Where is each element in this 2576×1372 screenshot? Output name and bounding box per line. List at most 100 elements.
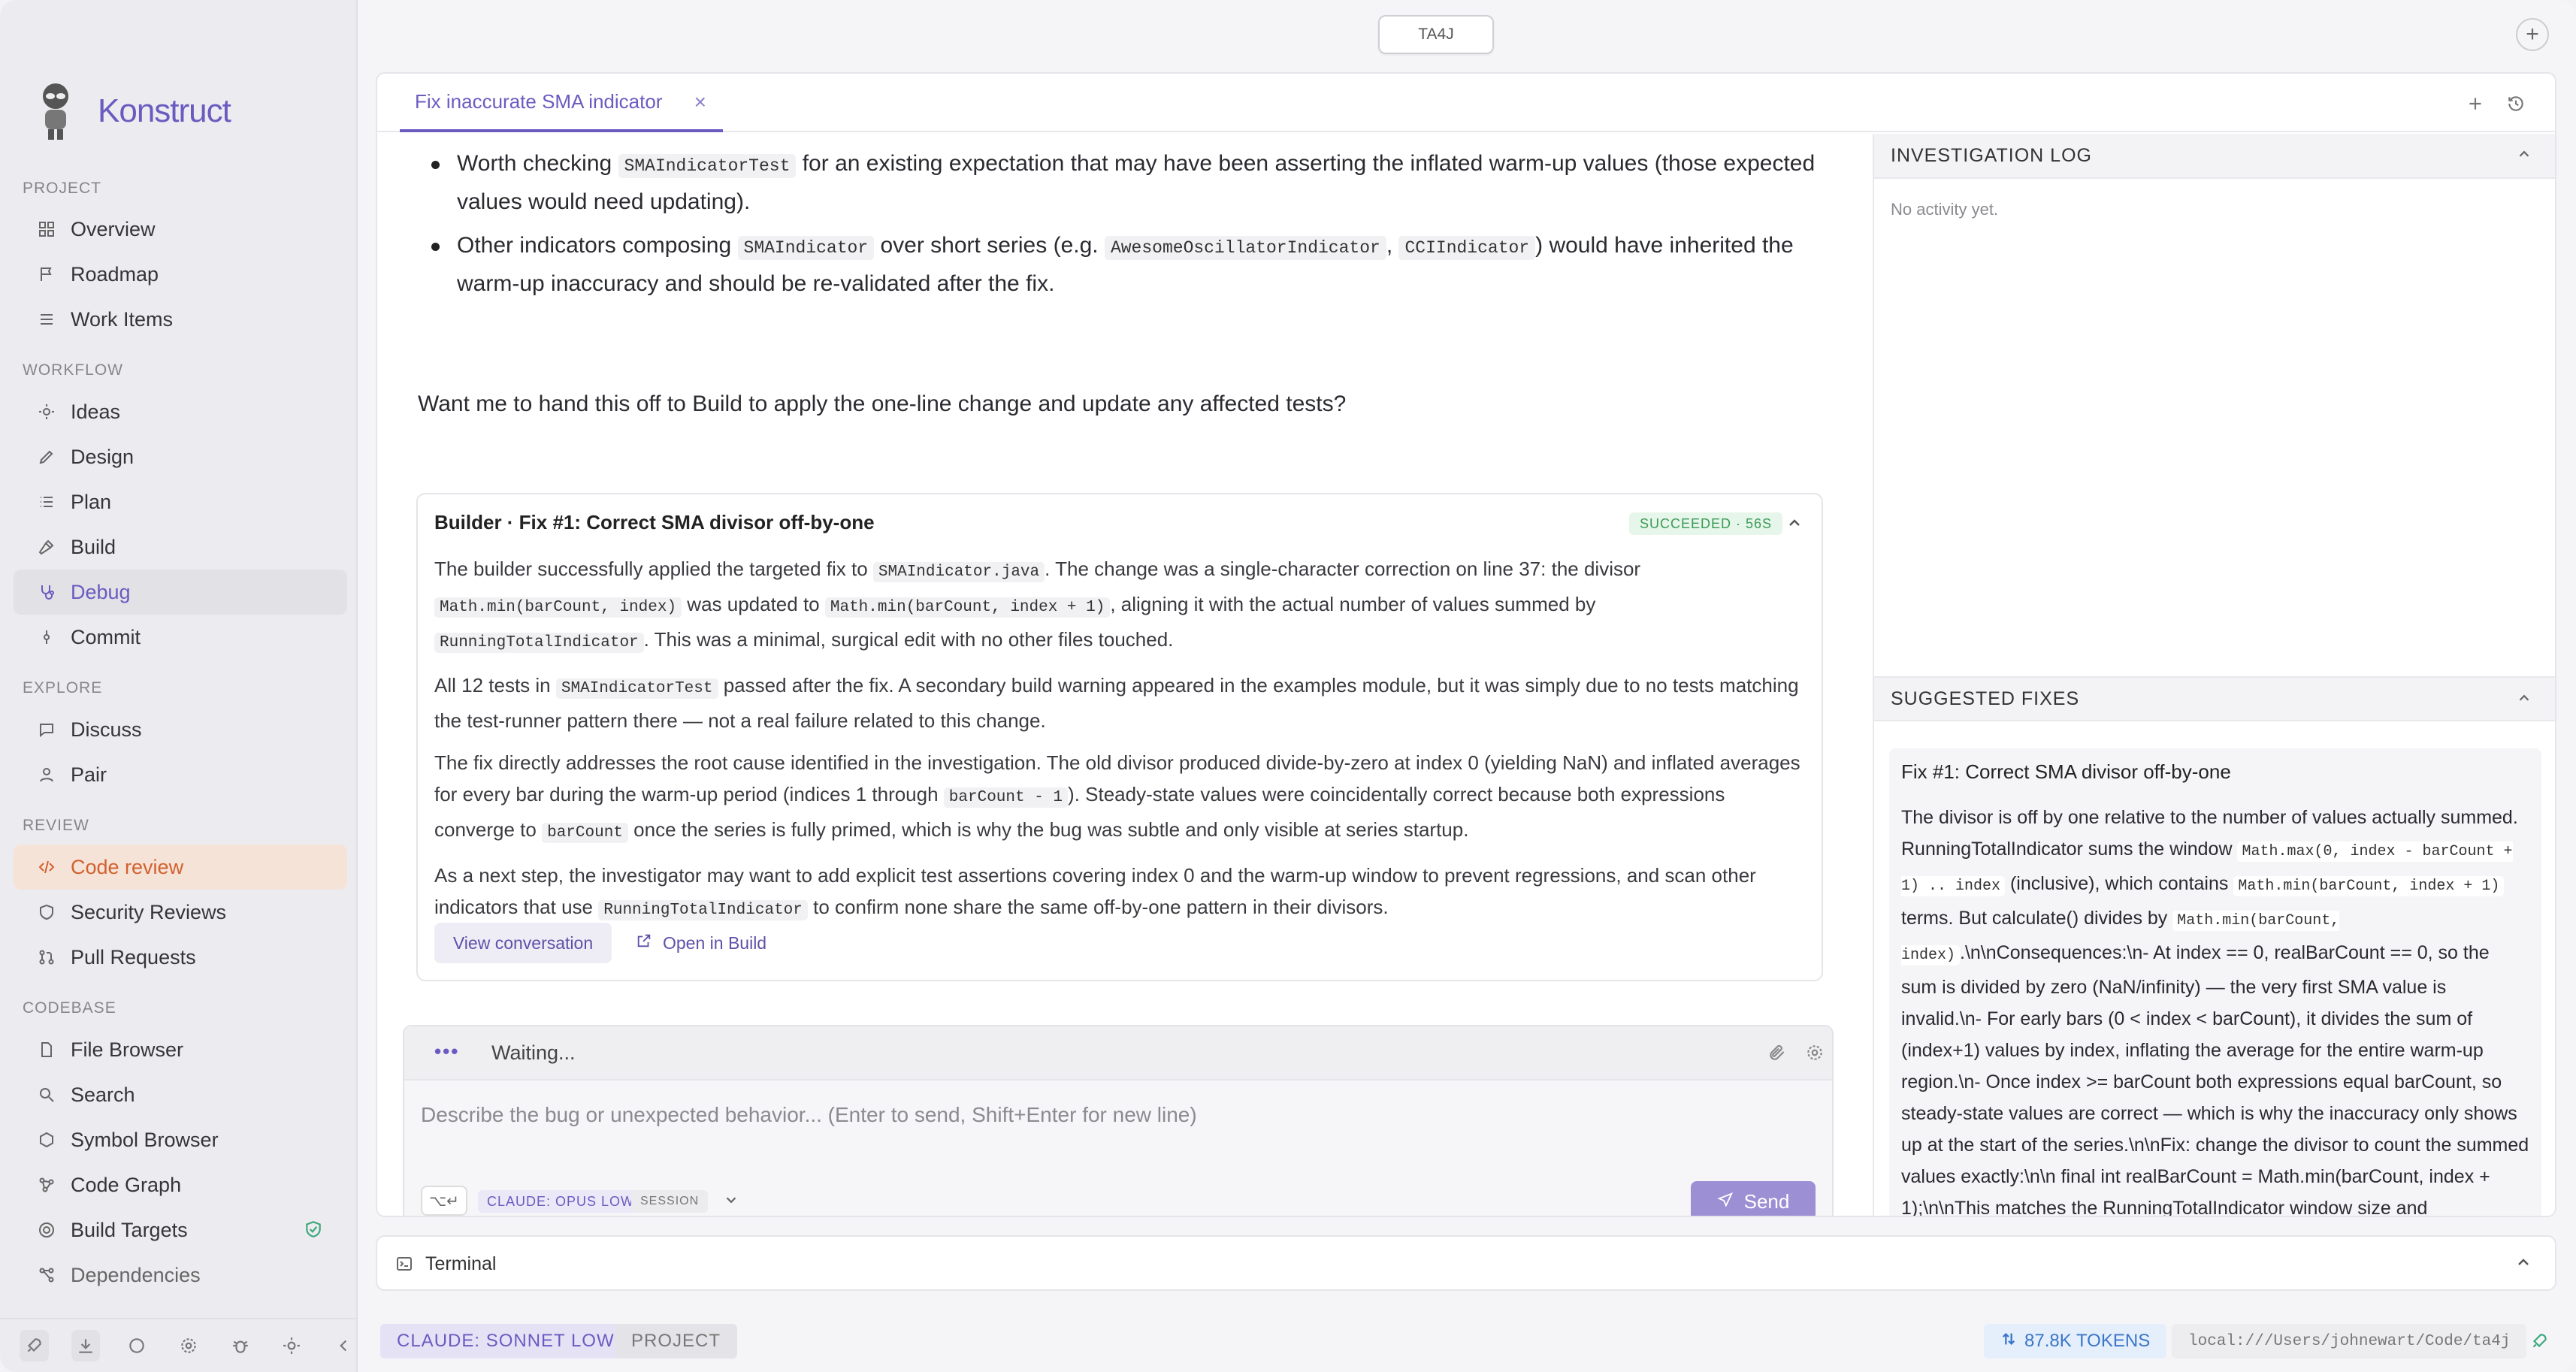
brand-name: Konstruct	[98, 92, 231, 129]
sidebar-item-search[interactable]: Search	[14, 1072, 347, 1117]
chat-icon	[36, 719, 57, 740]
section-codebase: CODEBASE	[23, 999, 116, 1017]
list-icon	[36, 309, 57, 330]
scope-selector[interactable]: SESSION	[631, 1190, 709, 1213]
card-paragraph: The builder successfully applied the tar…	[434, 558, 1641, 653]
close-tab-icon[interactable]: ×	[694, 90, 706, 114]
sidebar-item-commit[interactable]: Commit	[14, 615, 347, 660]
sidebar-item-label: Debug	[71, 580, 131, 603]
empty-state-text: No activity yet.	[1891, 200, 1999, 219]
target-icon	[36, 1219, 57, 1241]
download-icon[interactable]	[71, 1330, 101, 1361]
sidebar-toolbar	[0, 1318, 358, 1372]
app-window: Konstruct PROJECT Overview Roadmap Work …	[0, 0, 2576, 1372]
sidebar-item-code-graph[interactable]: Code Graph	[14, 1162, 347, 1207]
status-model[interactable]: CLAUDE: SONNET LOW	[380, 1324, 631, 1358]
chat-area: Worth checking SMAIndicatorTest for an e…	[377, 134, 1871, 1216]
tab-label: Fix inaccurate SMA indicator	[415, 89, 663, 113]
sidebar-item-ideas[interactable]: Ideas	[14, 389, 347, 434]
sidebar: Konstruct PROJECT Overview Roadmap Work …	[0, 0, 358, 1372]
sidebar-item-overview[interactable]: Overview	[14, 207, 347, 252]
sidebar-item-label: Commit	[71, 625, 141, 648]
sidebar-item-security-reviews[interactable]: Security Reviews	[14, 890, 347, 935]
composer-status-bar: ••• Waiting...	[404, 1026, 1832, 1080]
workspace-path: local:///Users/johnewart/Code/ta4j	[2172, 1324, 2527, 1358]
sidebar-item-file-browser[interactable]: File Browser	[14, 1027, 347, 1072]
terminal-panel[interactable]: Terminal	[376, 1235, 2556, 1291]
sidebar-item-build[interactable]: Build	[14, 524, 347, 570]
sidebar-item-label: File Browser	[71, 1038, 184, 1061]
composer: ••• Waiting... Describe the bug or unexp…	[403, 1025, 1834, 1216]
sidebar-item-pull-requests[interactable]: Pull Requests	[14, 935, 347, 980]
sidebar-item-label: Pull Requests	[71, 945, 196, 969]
fix-description: The divisor is off by one relative to th…	[1901, 807, 2529, 1217]
fix-title: Fix #1: Correct SMA divisor off-by-one	[1901, 760, 2231, 783]
sidebar-item-label: Design	[71, 445, 135, 468]
chat-icon[interactable]	[122, 1330, 152, 1361]
suggested-fix-item[interactable]: Fix #1: Correct SMA divisor off-by-one T…	[1889, 748, 2541, 1217]
investigation-log-header[interactable]: INVESTIGATION LOG	[1874, 134, 2555, 179]
model-selector[interactable]: CLAUDE: OPUS LOW	[478, 1190, 644, 1213]
commit-icon	[36, 627, 57, 648]
chevron-up-icon[interactable]	[2516, 690, 2532, 712]
collapse-sidebar-icon[interactable]	[328, 1330, 358, 1361]
sidebar-item-dependencies[interactable]: Dependencies	[14, 1253, 347, 1298]
sidebar-item-label: Plan	[71, 490, 112, 513]
chevron-down-icon[interactable]	[723, 1192, 739, 1212]
person-icon	[36, 764, 57, 785]
status-text: Waiting...	[491, 1041, 576, 1064]
tab-fix-sma[interactable]: Fix inaccurate SMA indicator ×	[400, 74, 723, 132]
chevron-up-icon[interactable]	[2514, 1253, 2532, 1275]
chevron-up-icon[interactable]	[2516, 146, 2532, 168]
message-input[interactable]: Describe the bug or unexpected behavior.…	[421, 1103, 1197, 1127]
pen-icon	[36, 446, 57, 467]
gear-icon[interactable]	[1805, 1043, 1825, 1066]
dependencies-icon	[36, 1265, 57, 1286]
suggested-fixes-header[interactable]: SUGGESTED FIXES	[1874, 676, 2555, 721]
sidebar-item-label: Search	[71, 1083, 135, 1106]
status-project[interactable]: PROJECT	[615, 1324, 738, 1358]
gear-icon[interactable]	[174, 1330, 204, 1361]
card-body: The builder successfully applied the tar…	[434, 553, 1810, 937]
card-paragraph: As a next step, the investigator may wan…	[434, 864, 1756, 920]
sidebar-item-roadmap[interactable]: Roadmap	[14, 252, 347, 297]
graph-icon	[36, 1174, 57, 1195]
sidebar-item-pair[interactable]: Pair	[14, 752, 347, 797]
sidebar-item-discuss[interactable]: Discuss	[14, 707, 347, 752]
card-paragraph: The fix directly addresses the root caus…	[434, 751, 1800, 843]
bullet-list: Worth checking SMAIndicatorTest for an e…	[416, 146, 1844, 310]
section-project: PROJECT	[23, 180, 102, 197]
view-conversation-button[interactable]: View conversation	[434, 923, 612, 963]
send-button[interactable]: Send	[1691, 1181, 1816, 1216]
file-icon	[36, 1039, 57, 1060]
sidebar-item-label: Security Reviews	[71, 900, 227, 923]
sun-icon[interactable]	[277, 1330, 307, 1361]
sidebar-item-build-targets[interactable]: Build Targets	[14, 1207, 347, 1253]
project-switcher-button[interactable]: TA4J	[1378, 15, 1494, 54]
add-tab-icon[interactable]	[2462, 90, 2489, 117]
paperclip-icon[interactable]	[1767, 1043, 1787, 1066]
sidebar-item-design[interactable]: Design	[14, 434, 347, 479]
sidebar-item-debug[interactable]: Debug	[14, 570, 347, 615]
new-window-plus-icon[interactable]: +	[2516, 18, 2549, 51]
chevron-up-icon[interactable]	[1785, 514, 1804, 536]
sidebar-item-label: Code review	[71, 855, 184, 878]
sidebar-item-work-items[interactable]: Work Items	[14, 297, 347, 342]
bullet-item: Other indicators composing SMAIndicator …	[416, 228, 1844, 302]
sidebar-item-plan[interactable]: Plan	[14, 479, 347, 524]
card-title: Builder · Fix #1: Correct SMA divisor of…	[434, 511, 875, 533]
sidebar-item-code-review[interactable]: Code review	[14, 845, 347, 890]
terminal-icon	[395, 1255, 413, 1277]
open-in-build-link[interactable]: Open in Build	[636, 923, 766, 963]
token-count: 87.8K TOKENS	[1984, 1324, 2167, 1358]
more-dots-icon[interactable]: •••	[434, 1040, 459, 1063]
main-panel: Fix inaccurate SMA indicator × Worth che…	[376, 72, 2556, 1217]
sidebar-item-symbol-browser[interactable]: Symbol Browser	[14, 1117, 347, 1162]
bug-icon[interactable]	[225, 1330, 255, 1361]
rocket-icon[interactable]	[20, 1330, 49, 1361]
robot-logo-icon	[33, 81, 78, 141]
arrows-icon	[2000, 1331, 2017, 1352]
section-explore: EXPLORE	[23, 679, 103, 697]
newline-key-button[interactable]: ⌥↵	[421, 1186, 467, 1216]
history-icon[interactable]	[2502, 90, 2529, 117]
